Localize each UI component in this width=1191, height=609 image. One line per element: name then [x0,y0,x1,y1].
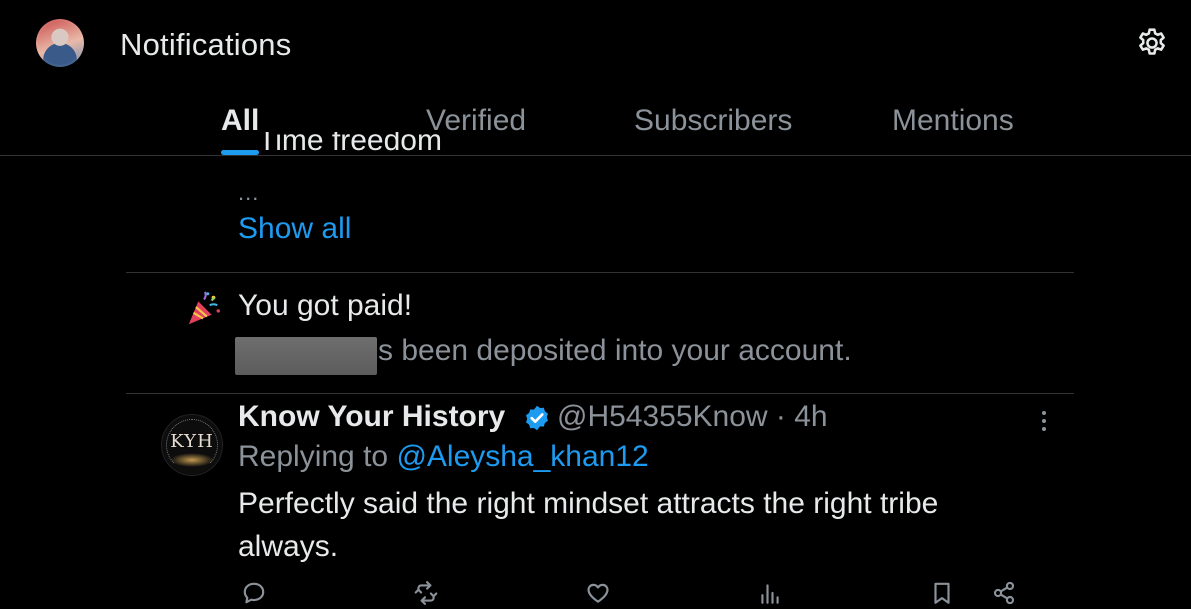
more-options-icon[interactable] [1034,410,1054,432]
verified-badge-icon [526,405,548,431]
tab-mentions[interactable]: Mentions [892,104,1014,138]
tab-subscribers[interactable]: Subscribers [634,104,792,138]
notification-title: You got paid! [238,289,413,322]
notification-divider [126,272,1074,273]
share-icon[interactable] [991,580,1017,606]
page-title: Notifications [120,27,292,62]
replying-to: Replying to @Aleysha_khan12 [238,440,649,474]
bookmark-icon[interactable] [929,580,955,606]
clipped-notification-text: Time freedom [258,132,442,156]
tweet-text: Perfectly said the right mindset attract… [238,487,939,563]
show-all-link[interactable]: Show all [238,212,351,246]
mention-link[interactable]: @Aleysha_khan12 [396,440,648,473]
author-avatar[interactable]: KYH [161,414,223,476]
tab-all[interactable]: All [221,104,259,138]
tabs-divider [0,155,1191,156]
profile-avatar[interactable] [36,19,84,67]
author-name[interactable]: Know Your History [238,400,505,434]
redacted-amount [235,337,377,375]
author-handle-time: @H54355Know · 4h [557,400,828,433]
notification-body: s been deposited into your account. [378,334,852,367]
retweet-icon[interactable] [413,580,439,606]
avatar-glow [170,453,214,467]
replying-to-prefix: Replying to [238,440,397,473]
notification-divider [126,393,1074,394]
like-icon[interactable] [585,580,611,606]
reply-icon[interactable] [241,580,267,606]
avatar-logo-text: KYH [170,431,214,452]
settings-gear-icon[interactable] [1135,26,1169,60]
party-popper-icon [188,291,220,325]
text-ellipsis: ... [238,180,260,205]
views-icon[interactable] [757,580,783,606]
